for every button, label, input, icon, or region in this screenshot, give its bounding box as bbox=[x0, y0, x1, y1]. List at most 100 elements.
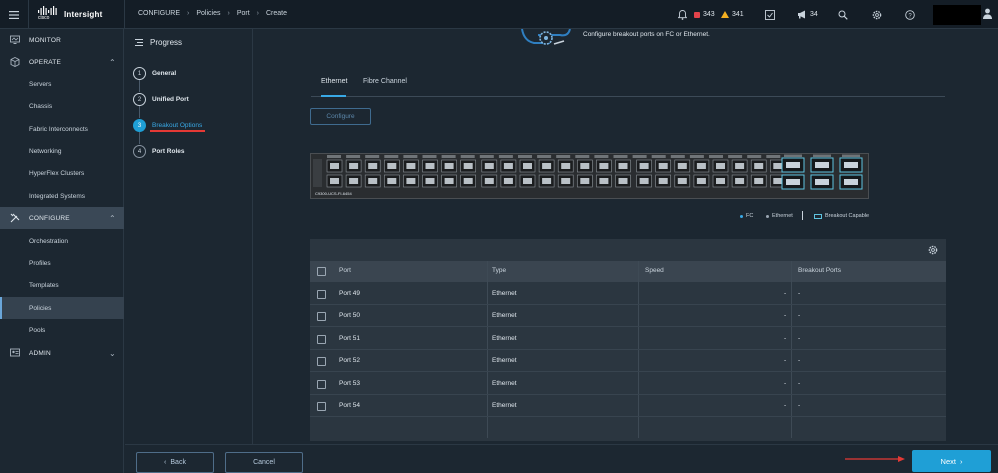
sfp-port-cage bbox=[330, 178, 339, 184]
critical-alarms[interactable]: 343 bbox=[694, 0, 715, 29]
table-row[interactable]: Port 54 Ethernet - - bbox=[310, 395, 946, 417]
sidebar-section-label: OPERATE bbox=[29, 58, 61, 66]
app-title: Intersight bbox=[64, 9, 103, 19]
tab-ethernet[interactable]: Ethernet bbox=[321, 77, 347, 97]
notifications-bell-icon[interactable] bbox=[678, 0, 687, 29]
column-header-type[interactable]: Type bbox=[492, 267, 506, 274]
sidebar-section-configure[interactable]: CONFIGURE ⌃ bbox=[0, 207, 124, 229]
settings-gear-icon[interactable] bbox=[872, 0, 882, 29]
port-label-strip bbox=[479, 155, 494, 158]
back-button[interactable]: ‹ Back bbox=[136, 452, 214, 473]
sidebar-item-networking[interactable]: Networking bbox=[0, 140, 124, 162]
menu-icon[interactable] bbox=[0, 0, 29, 29]
sidebar-item-policies[interactable]: Policies bbox=[0, 297, 124, 319]
table-row[interactable]: Port 52 Ethernet - - bbox=[310, 350, 946, 372]
column-header-port[interactable]: Port bbox=[339, 267, 351, 274]
sfp-port-cage bbox=[580, 163, 590, 169]
search-icon[interactable] bbox=[838, 0, 848, 29]
port-label-strip bbox=[327, 155, 341, 158]
admin-icon bbox=[10, 348, 20, 357]
announcements-count: 34 bbox=[810, 11, 818, 18]
sidebar-item-pools[interactable]: Pools bbox=[0, 319, 124, 341]
row-checkbox[interactable] bbox=[317, 290, 326, 299]
sfp-port-cage bbox=[735, 163, 745, 169]
sidebar-item-integrated-systems[interactable]: Integrated Systems bbox=[0, 185, 124, 207]
sidebar-section-monitor[interactable]: MONITOR bbox=[0, 29, 124, 51]
row-checkbox[interactable] bbox=[317, 357, 326, 366]
sidebar: MONITOR OPERATE ⌃ Servers Chassis Fabric… bbox=[0, 29, 124, 473]
sfp-port-cage bbox=[639, 163, 649, 169]
sfp-port-cage bbox=[696, 163, 706, 169]
cancel-button[interactable]: Cancel bbox=[225, 452, 303, 473]
sidebar-item-templates[interactable]: Templates bbox=[0, 274, 124, 296]
sfp-port-cage bbox=[463, 178, 473, 184]
sfp-port-cage bbox=[677, 163, 687, 169]
table-row[interactable]: Port 53 Ethernet - - bbox=[310, 373, 946, 395]
row-checkbox[interactable] bbox=[317, 312, 326, 321]
sidebar-item-orchestration[interactable]: Orchestration bbox=[0, 230, 124, 252]
port-label-strip bbox=[403, 155, 418, 158]
tab-fibre-channel[interactable]: Fibre Channel bbox=[363, 77, 407, 97]
breadcrumb-policies[interactable]: Policies bbox=[196, 10, 220, 17]
table-row[interactable]: Port 49 Ethernet - - bbox=[310, 283, 946, 305]
breadcrumb-port[interactable]: Port bbox=[237, 10, 250, 17]
legend-ethernet: Ethernet bbox=[766, 213, 793, 219]
row-checkbox[interactable] bbox=[317, 380, 326, 389]
port-label-strip bbox=[575, 155, 590, 158]
column-header-speed[interactable]: Speed bbox=[645, 267, 664, 274]
sfp-port-cage bbox=[503, 163, 513, 169]
row-checkbox[interactable] bbox=[317, 335, 326, 344]
port-label-strip bbox=[709, 155, 723, 158]
port-label-strip bbox=[460, 155, 475, 158]
select-all-checkbox[interactable] bbox=[317, 267, 326, 276]
breadcrumb-separator-icon: › bbox=[256, 10, 259, 17]
intersight-logo[interactable]: cisco Intersight bbox=[38, 6, 102, 22]
sfp-port-cage bbox=[561, 163, 571, 169]
chevron-left-icon: ‹ bbox=[164, 459, 167, 466]
warning-alarm-count: 341 bbox=[732, 11, 744, 18]
column-header-breakout-ports[interactable]: Breakout Ports bbox=[798, 267, 841, 274]
table-settings-gear-icon[interactable] bbox=[928, 245, 938, 255]
sfp-port-cage bbox=[639, 178, 649, 184]
progress-panel: Progress 1 General 2 Unified Port 3 Brea… bbox=[125, 29, 253, 444]
configure-button[interactable]: Configure bbox=[310, 108, 371, 125]
sidebar-item-fabric-interconnects[interactable]: Fabric Interconnects bbox=[0, 118, 124, 140]
tasks-icon[interactable] bbox=[765, 0, 775, 29]
port-label-strip bbox=[766, 155, 781, 158]
sidebar-section-operate[interactable]: OPERATE ⌃ bbox=[0, 51, 124, 73]
sidebar-item-servers[interactable]: Servers bbox=[0, 73, 124, 95]
row-checkbox[interactable] bbox=[317, 402, 326, 411]
sfp-port-cage bbox=[523, 178, 532, 184]
sidebar-item-chassis[interactable]: Chassis bbox=[0, 95, 124, 117]
breadcrumb-configure[interactable]: CONFIGURE bbox=[138, 10, 180, 17]
step-unified-port[interactable]: 2 Unified Port bbox=[133, 93, 189, 106]
sfp-port-cage bbox=[425, 178, 435, 184]
chevron-down-icon: ⌄ bbox=[109, 348, 116, 358]
cisco-wordmark: cisco bbox=[38, 15, 50, 21]
announcements[interactable]: 34 bbox=[797, 0, 818, 29]
help-icon[interactable]: ? bbox=[905, 0, 915, 29]
step-port-roles[interactable]: 4 Port Roles bbox=[133, 145, 185, 158]
critical-alarm-count: 343 bbox=[703, 11, 715, 18]
sfp-port-cage bbox=[618, 178, 628, 184]
port-label-strip bbox=[842, 154, 860, 157]
table-row[interactable]: Port 51 Ethernet - - bbox=[310, 328, 946, 350]
megaphone-icon bbox=[798, 10, 805, 19]
sidebar-item-hyperflex-clusters[interactable]: HyperFlex Clusters bbox=[0, 162, 124, 184]
port-label-strip bbox=[632, 155, 647, 158]
sidebar-section-admin[interactable]: ADMIN ⌄ bbox=[0, 342, 124, 364]
operate-icon bbox=[10, 57, 20, 67]
cisco-bars-icon: cisco bbox=[38, 6, 58, 22]
sfp-port-cage bbox=[599, 163, 609, 169]
next-button[interactable]: Next › bbox=[912, 450, 991, 472]
sfp-port-cage bbox=[406, 163, 416, 169]
step-general[interactable]: 1 General bbox=[133, 67, 176, 80]
sfp-port-cage bbox=[773, 163, 783, 169]
user-icon[interactable] bbox=[983, 8, 992, 21]
sfp-port-cage bbox=[484, 178, 494, 184]
table-row[interactable]: Port 50 Ethernet - - bbox=[310, 305, 946, 327]
warning-alarms[interactable]: 341 bbox=[721, 0, 744, 29]
account-name-box[interactable] bbox=[933, 5, 981, 25]
sfp-port-cage bbox=[542, 178, 552, 184]
sidebar-item-profiles[interactable]: Profiles bbox=[0, 252, 124, 274]
